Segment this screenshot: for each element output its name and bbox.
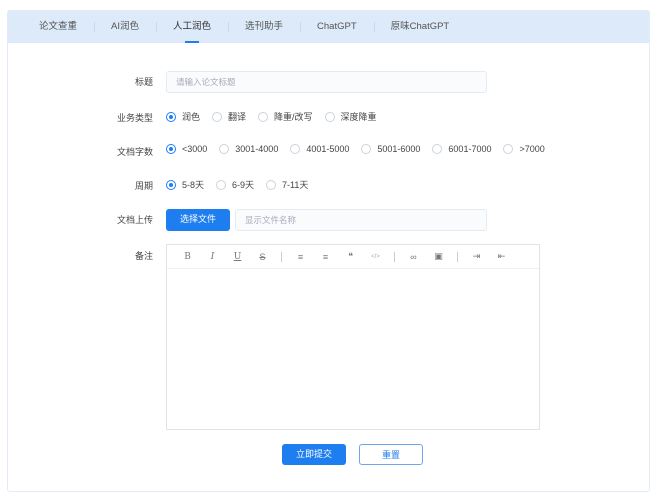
editor-toolbar: B I U S ≡ ≡ ❝ </> ∞ ▣ ⇥ ⇤ [167, 245, 539, 269]
radio-translate[interactable]: 翻译 [212, 110, 246, 123]
radio-label: 翻译 [228, 112, 247, 122]
radio-deep-rewrite[interactable]: 深度降重 [324, 110, 377, 123]
tab-manual-polish[interactable]: 人工润色 [156, 11, 228, 43]
radio-label: 5-8天 [182, 180, 205, 190]
tab-original-chatgpt[interactable]: 原味ChatGPT [373, 11, 467, 43]
tab-plagiarism-check[interactable]: 论文查重 [22, 11, 94, 43]
outdent-icon[interactable]: ⇤ [489, 251, 514, 262]
radio-label: 4001-5000 [306, 144, 350, 154]
radio-label: 6001-7000 [448, 144, 492, 154]
underline-icon[interactable]: U [225, 252, 250, 262]
strikethrough-icon[interactable]: S [250, 252, 275, 262]
radio-dot [166, 144, 176, 154]
radio-words-3[interactable]: 5001-6000 [361, 144, 420, 154]
image-icon[interactable]: ▣ [426, 251, 451, 262]
radio-dot [258, 111, 269, 122]
reset-button[interactable]: 重置 [359, 444, 423, 465]
radio-dot [166, 179, 176, 190]
quote-icon[interactable]: ❝ [338, 251, 363, 262]
radio-dot [324, 111, 335, 122]
radio-period-1[interactable]: 6-9天 [216, 178, 254, 191]
editor-content[interactable] [167, 269, 539, 429]
tab-chatgpt[interactable]: ChatGPT [300, 11, 374, 43]
radio-label: 6-9天 [232, 180, 255, 190]
radio-label: 降重/改写 [274, 112, 313, 122]
upload-label: 文档上传 [116, 215, 153, 225]
tab-ai-polish[interactable]: AI润色 [94, 11, 156, 43]
type-radio-group: 润色 翻译 降重/改写 深度降重 [166, 110, 389, 123]
tab-journal-assistant[interactable]: 选刊助手 [228, 11, 300, 43]
indent-icon[interactable]: ⇥ [464, 251, 489, 262]
tab-bar: 论文查重 AI润色 人工润色 选刊助手 ChatGPT 原味ChatGPT [8, 11, 649, 43]
radio-dot [503, 144, 514, 154]
ordered-list-icon[interactable]: ≡ [288, 252, 313, 262]
code-icon[interactable]: </> [363, 254, 388, 260]
submit-button[interactable]: 立即提交 [282, 444, 346, 465]
radio-label: 深度降重 [340, 112, 377, 122]
notes-label: 备注 [134, 251, 153, 261]
radio-words-4[interactable]: 6001-7000 [432, 144, 491, 154]
words-radio-group: <3000 3001-4000 4001-5000 5001-6000 6001… [166, 144, 557, 154]
radio-dot [432, 144, 443, 154]
form-card: 论文查重 AI润色 人工润色 选刊助手 ChatGPT 原味ChatGPT 标题… [7, 10, 650, 492]
radio-label: 7-11天 [282, 180, 309, 190]
type-label: 业务类型 [116, 113, 153, 123]
period-label: 周期 [134, 181, 153, 191]
radio-dot [290, 144, 301, 154]
radio-period-2[interactable]: 7-11天 [266, 178, 308, 191]
title-label: 标题 [134, 77, 153, 87]
radio-dot [266, 179, 277, 190]
radio-label: >7000 [519, 144, 545, 154]
radio-dot [166, 111, 176, 122]
radio-polish[interactable]: 润色 [166, 110, 200, 123]
period-radio-group: 5-8天 6-9天 7-11天 [166, 178, 320, 191]
radio-words-0[interactable]: <3000 [166, 144, 207, 154]
radio-rewrite[interactable]: 降重/改写 [258, 110, 313, 123]
divider [281, 251, 282, 262]
radio-label: 5001-6000 [377, 144, 421, 154]
radio-label: 润色 [182, 112, 201, 122]
radio-dot [361, 144, 372, 154]
radio-label: <3000 [182, 144, 208, 154]
radio-dot [219, 144, 230, 154]
choose-file-button[interactable]: 选择文件 [166, 209, 230, 231]
notes-editor: B I U S ≡ ≡ ❝ </> ∞ ▣ ⇥ ⇤ [166, 244, 540, 430]
radio-words-2[interactable]: 4001-5000 [290, 144, 349, 154]
radio-period-0[interactable]: 5-8天 [166, 178, 204, 191]
bold-icon[interactable]: B [175, 252, 200, 262]
divider [394, 251, 395, 262]
radio-dot [216, 179, 227, 190]
radio-label: 3001-4000 [235, 144, 279, 154]
radio-words-1[interactable]: 3001-4000 [219, 144, 278, 154]
italic-icon[interactable]: I [200, 252, 225, 262]
file-name-input[interactable]: 显示文件名称 [235, 209, 487, 231]
bullet-list-icon[interactable]: ≡ [313, 252, 338, 262]
radio-words-5[interactable]: >7000 [503, 144, 545, 154]
words-label: 文档字数 [116, 147, 153, 157]
divider [457, 251, 458, 262]
radio-dot [212, 111, 223, 122]
title-input[interactable]: 请输入论文标题 [166, 71, 487, 93]
link-icon[interactable]: ∞ [401, 252, 426, 262]
